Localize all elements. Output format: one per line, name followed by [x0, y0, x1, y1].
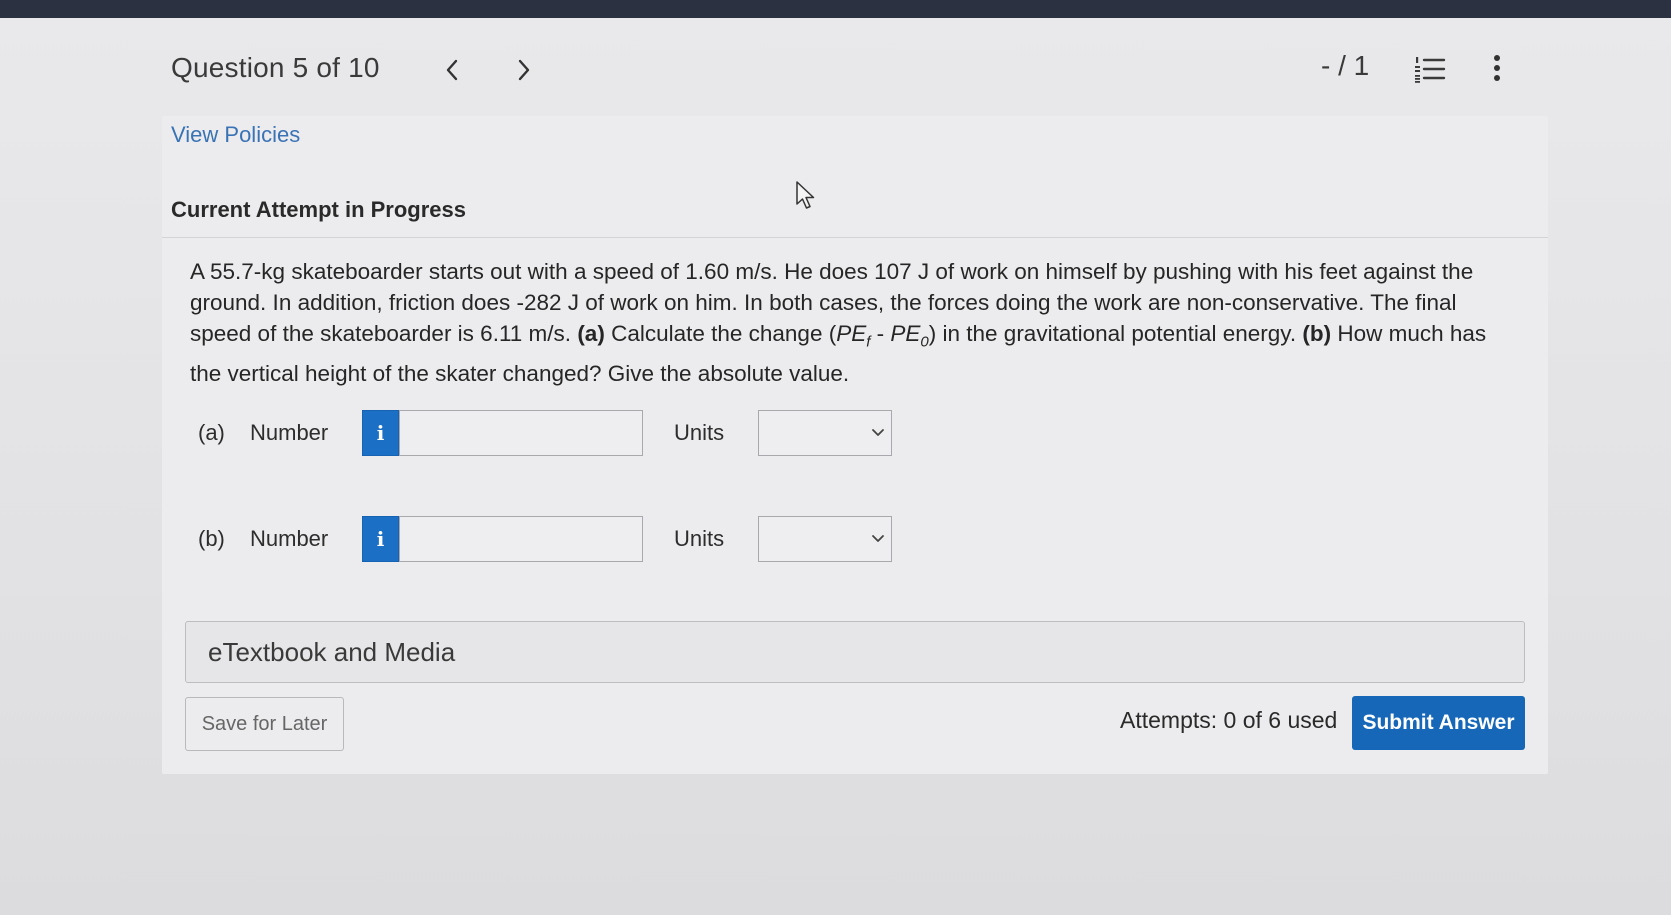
info-button[interactable]: i: [362, 410, 399, 456]
etextbook-media-panel[interactable]: eTextbook and Media: [185, 621, 1525, 683]
part-label: (b): [198, 526, 225, 551]
attempts-counter: Attempts: 0 of 6 used: [1120, 707, 1338, 733]
question-list-button[interactable]: [1413, 52, 1449, 86]
more-vertical-icon: [1494, 55, 1500, 81]
part-label: (a): [198, 420, 225, 445]
attempt-heading: Current Attempt in Progress: [171, 197, 467, 222]
chevron-down-icon: [872, 429, 884, 436]
answer-row-b: (b) Number i Units: [198, 516, 918, 564]
number-label: Number: [250, 420, 329, 445]
info-button[interactable]: i: [362, 516, 399, 562]
number-input-a[interactable]: [399, 410, 643, 456]
previous-question-button[interactable]: [435, 50, 469, 90]
question-header: Question 5 of 10 - / 1: [171, 48, 1531, 92]
numbered-list-icon: [1415, 57, 1446, 83]
mouse-pointer-icon: [796, 181, 815, 209]
question-text: A 55.7-kg skateboarder starts out with a…: [190, 256, 1520, 389]
units-select-a[interactable]: [758, 410, 892, 456]
next-question-button[interactable]: [507, 50, 541, 90]
chevron-right-icon: [518, 59, 530, 81]
chevron-down-icon: [872, 535, 884, 542]
minus-sign: -: [870, 321, 891, 346]
units-label: Units: [674, 526, 725, 551]
question-counter: Question 5 of 10: [171, 52, 380, 83]
units-label: Units: [674, 420, 725, 445]
chevron-left-icon: [446, 59, 458, 81]
part-a-tail: ) in the gravitational potential energy.: [928, 321, 1303, 346]
number-input-b[interactable]: [399, 516, 643, 562]
view-policies-link[interactable]: View Policies: [171, 122, 300, 148]
pe-final-symbol: PEf: [836, 321, 871, 351]
part-a-text: Calculate the change (: [604, 321, 837, 346]
part-a-marker: (a): [577, 321, 605, 346]
save-for-later-button[interactable]: Save for Later: [185, 697, 344, 751]
pe-initial-symbol: PE0: [890, 321, 929, 351]
etextbook-label: eTextbook and Media: [208, 637, 456, 667]
top-bar: [0, 0, 1671, 18]
submit-answer-button[interactable]: Submit Answer: [1352, 696, 1525, 750]
more-options-button[interactable]: [1483, 50, 1511, 86]
divider: [162, 237, 1548, 238]
answer-row-a: (a) Number i Units: [198, 410, 918, 458]
score-display: - / 1: [1321, 50, 1370, 81]
info-icon: i: [376, 527, 385, 551]
number-label: Number: [250, 526, 329, 551]
units-select-b[interactable]: [758, 516, 892, 562]
info-icon: i: [376, 421, 385, 445]
part-b-marker: (b): [1302, 321, 1332, 346]
